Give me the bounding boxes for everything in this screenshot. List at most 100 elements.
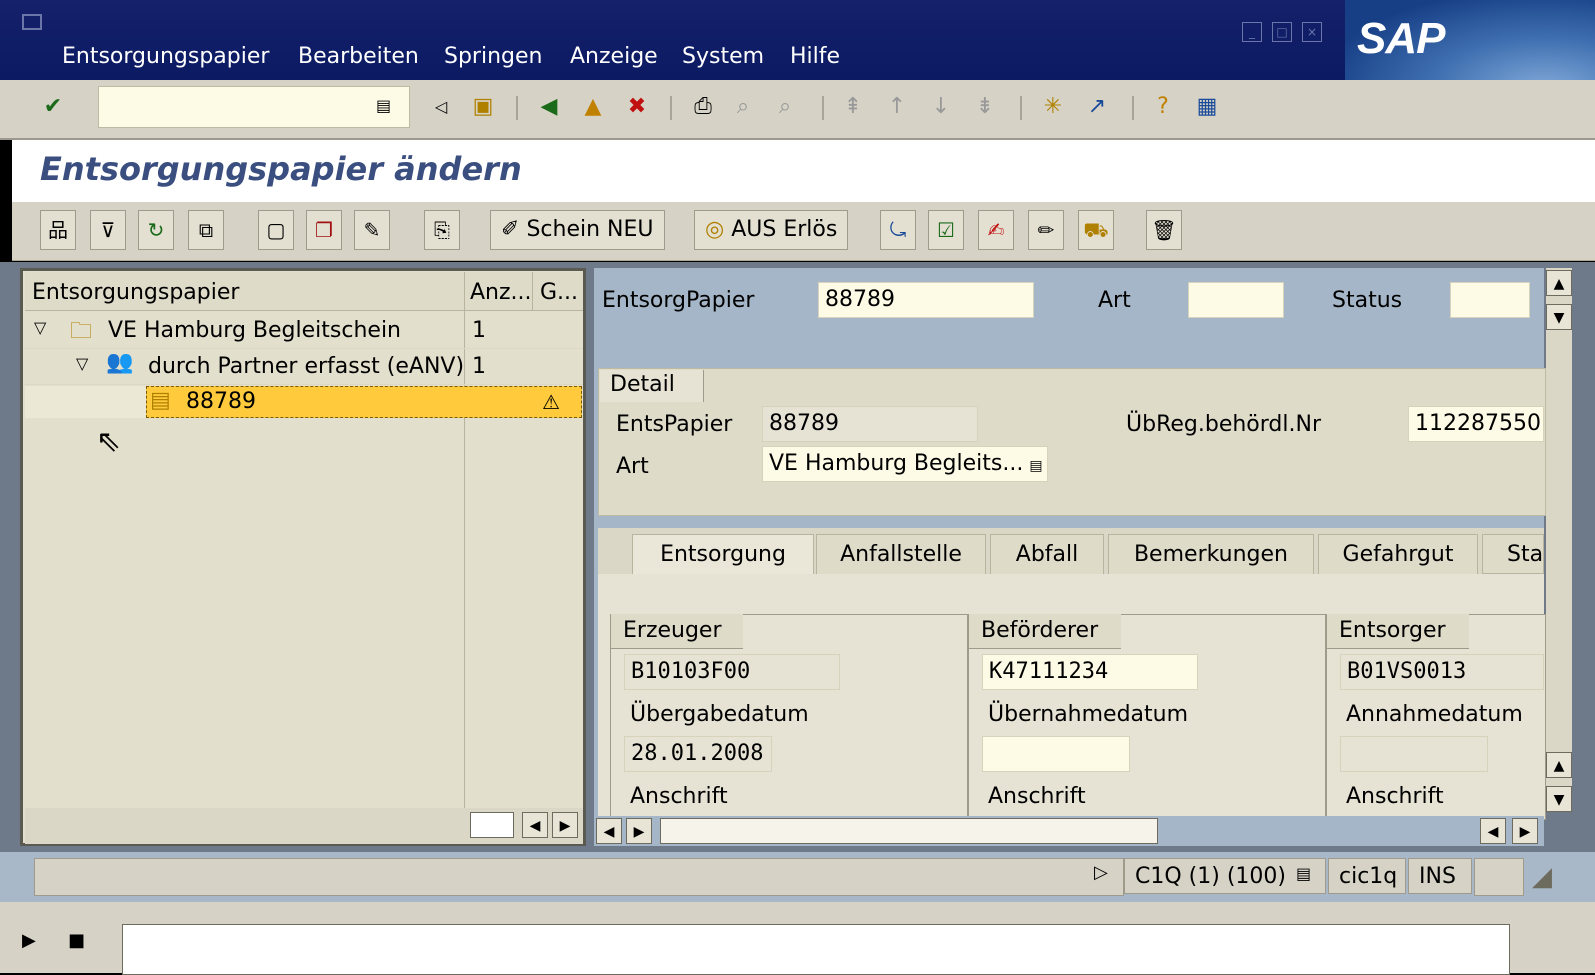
schein-neu-button[interactable]: ✐ Schein NEU — [490, 210, 665, 250]
previous-page-icon[interactable]: ↑ — [882, 92, 912, 122]
befoerderer-id-field[interactable]: K47111234 — [982, 654, 1198, 690]
stop-icon[interactable]: ■ — [68, 930, 85, 951]
tree-node-count: 1 — [472, 354, 486, 379]
last-page-icon[interactable]: ⇟ — [970, 92, 1000, 122]
tab-entsorgung[interactable]: Entsorgung — [632, 534, 814, 575]
next-page-icon[interactable]: ↓ — [926, 92, 956, 122]
scroll-up-icon[interactable]: ▲ — [1546, 270, 1572, 296]
send-icon[interactable]: ⤿ — [880, 210, 916, 250]
save-icon[interactable]: ▣ — [468, 92, 498, 122]
scroll-right-icon[interactable]: ▶ — [1512, 818, 1538, 844]
erzeuger-id-field: B10103F00 — [624, 654, 840, 690]
tree-node-label[interactable]: 88789 — [186, 389, 256, 414]
tree-node-label[interactable]: VE Hamburg Begleitschein — [108, 318, 401, 343]
uebergabedatum-label: Übergabedatum — [630, 702, 809, 727]
vertical-scrollbar[interactable] — [1546, 268, 1572, 812]
scroll-down-icon[interactable]: ▼ — [1546, 786, 1572, 812]
detail-art-dropdown[interactable]: VE Hamburg Begleits... ▤ — [762, 446, 1048, 482]
command-history-icon[interactable]: ▤ — [376, 96, 391, 115]
shortcut-icon[interactable]: ↗ — [1082, 92, 1112, 122]
expand-icon[interactable]: ▽ — [34, 318, 46, 337]
back-icon[interactable]: ◀ — [534, 92, 564, 122]
tab-gefahrgut[interactable]: Gefahrgut — [1318, 534, 1478, 576]
scroll-up-icon[interactable]: ▲ — [1546, 752, 1572, 778]
maximize-button[interactable]: □ — [1272, 22, 1292, 42]
enter-icon[interactable]: ✔ — [38, 92, 68, 122]
menu-hilfe[interactable]: Hilfe — [790, 44, 840, 69]
scroll-left-icon[interactable]: ◀ — [1480, 818, 1506, 844]
detail-group — [598, 368, 1546, 516]
display-change-icon[interactable]: ✎ — [354, 210, 390, 250]
scroll-down-icon[interactable]: ▼ — [1546, 304, 1572, 330]
tree-column-header-document[interactable]: Entsorgungspapier — [32, 280, 239, 305]
uebernahmedatum-field[interactable] — [982, 736, 1130, 772]
ok-code-field[interactable] — [122, 924, 1510, 975]
warning-icon: ⚠ — [542, 390, 560, 414]
system-info-menu-icon[interactable]: ▤ — [1296, 864, 1311, 883]
tree-column-header-count[interactable]: Anz... — [470, 280, 532, 305]
signature-icon[interactable]: ✍ — [978, 210, 1014, 250]
cancel-icon[interactable]: ✖ — [622, 92, 652, 122]
aus-erloes-button[interactable]: ◎ AUS Erlös — [694, 210, 849, 250]
horizontal-scroll-thumb[interactable] — [660, 818, 1158, 844]
lock-indicator — [1474, 858, 1524, 896]
menu-springen[interactable]: Springen — [444, 44, 542, 69]
menu-anzeige[interactable]: Anzeige — [570, 44, 658, 69]
new-session-icon[interactable]: ✳ — [1038, 92, 1068, 122]
detail-art-value: VE Hamburg Begleits... — [769, 451, 1024, 476]
minimize-button[interactable]: _ — [1242, 22, 1262, 42]
window-menu-icon[interactable] — [22, 14, 42, 30]
delete-icon[interactable]: 🗑 — [1146, 210, 1182, 250]
command-field[interactable] — [98, 86, 410, 128]
tree-node-label[interactable]: durch Partner erfasst (eANV) — [148, 354, 464, 379]
tree-column-header-g[interactable]: G... — [540, 280, 578, 305]
exit-icon[interactable]: ▲ — [578, 92, 608, 122]
aus-erloes-icon: ◎ — [705, 217, 732, 242]
tree-scroll-thumb[interactable] — [470, 812, 514, 838]
copy-layout-icon[interactable]: ⧉ — [188, 210, 224, 250]
hierarchy-icon[interactable]: 品 — [40, 210, 76, 250]
play-icon[interactable]: ▶ — [22, 930, 36, 951]
transport-icon[interactable]: ⛟ — [1078, 210, 1114, 250]
tab-abfall[interactable]: Abfall — [990, 534, 1104, 576]
check-icon[interactable]: ☑ — [928, 210, 964, 250]
tab-status[interactable]: Sta — [1482, 534, 1544, 574]
layout-menu-icon[interactable]: ▦ — [1192, 92, 1222, 122]
first-page-icon[interactable]: ⇞ — [838, 92, 868, 122]
uebreg-field[interactable]: 112287550 — [1408, 406, 1544, 442]
status-message-area — [34, 858, 1124, 896]
status-field[interactable] — [1450, 282, 1530, 318]
find-icon[interactable]: ⌕ — [728, 92, 758, 122]
tab-bemerkungen[interactable]: Bemerkungen — [1108, 534, 1314, 576]
filter-icon[interactable]: ⊽ — [90, 210, 126, 250]
help-icon[interactable]: ? — [1148, 92, 1178, 122]
create-document-icon[interactable]: ▢ — [258, 210, 294, 250]
edit-note-icon[interactable]: ✏ — [1028, 210, 1064, 250]
close-window-button[interactable]: × — [1302, 22, 1322, 42]
menu-system[interactable]: System — [682, 44, 764, 69]
print-icon[interactable]: ⎙ — [688, 92, 718, 122]
dropdown-icon[interactable]: ▤ — [1029, 458, 1042, 474]
tab-anfallstelle[interactable]: Anfallstelle — [816, 534, 986, 576]
erzeuger-anschrift-label: Anschrift — [630, 784, 728, 809]
menu-entsorgungspapier[interactable]: Entsorgungspapier — [62, 44, 269, 69]
insert-mode[interactable]: INS — [1408, 858, 1472, 894]
page-title: Entsorgungspapier ändern — [40, 150, 522, 188]
status-expand-icon[interactable]: ▷ — [1094, 862, 1108, 883]
menu-bearbeiten[interactable]: Bearbeiten — [298, 44, 419, 69]
status-label: Status — [1332, 288, 1403, 313]
scroll-left-icon[interactable]: ◀ — [522, 812, 548, 838]
entsorgpapier-field[interactable]: 88789 — [818, 282, 1034, 318]
find-next-icon[interactable]: ⌕ — [770, 92, 800, 122]
scroll-left-icon[interactable]: ◀ — [596, 818, 622, 844]
resize-grip-icon[interactable]: ◢ — [1532, 862, 1552, 892]
scroll-right-icon[interactable]: ▶ — [626, 818, 652, 844]
scroll-right-icon[interactable]: ▶ — [552, 812, 578, 838]
tree-row-background — [25, 386, 146, 418]
expand-icon[interactable]: ▽ — [76, 354, 88, 373]
art-field[interactable] — [1188, 282, 1284, 318]
collapse-toolbar-icon[interactable]: ◁ — [426, 92, 456, 122]
refresh-icon[interactable]: ↻ — [138, 210, 174, 250]
copy-document-icon[interactable]: ❐ — [306, 210, 342, 250]
other-document-icon[interactable]: ⎘ — [424, 210, 460, 250]
